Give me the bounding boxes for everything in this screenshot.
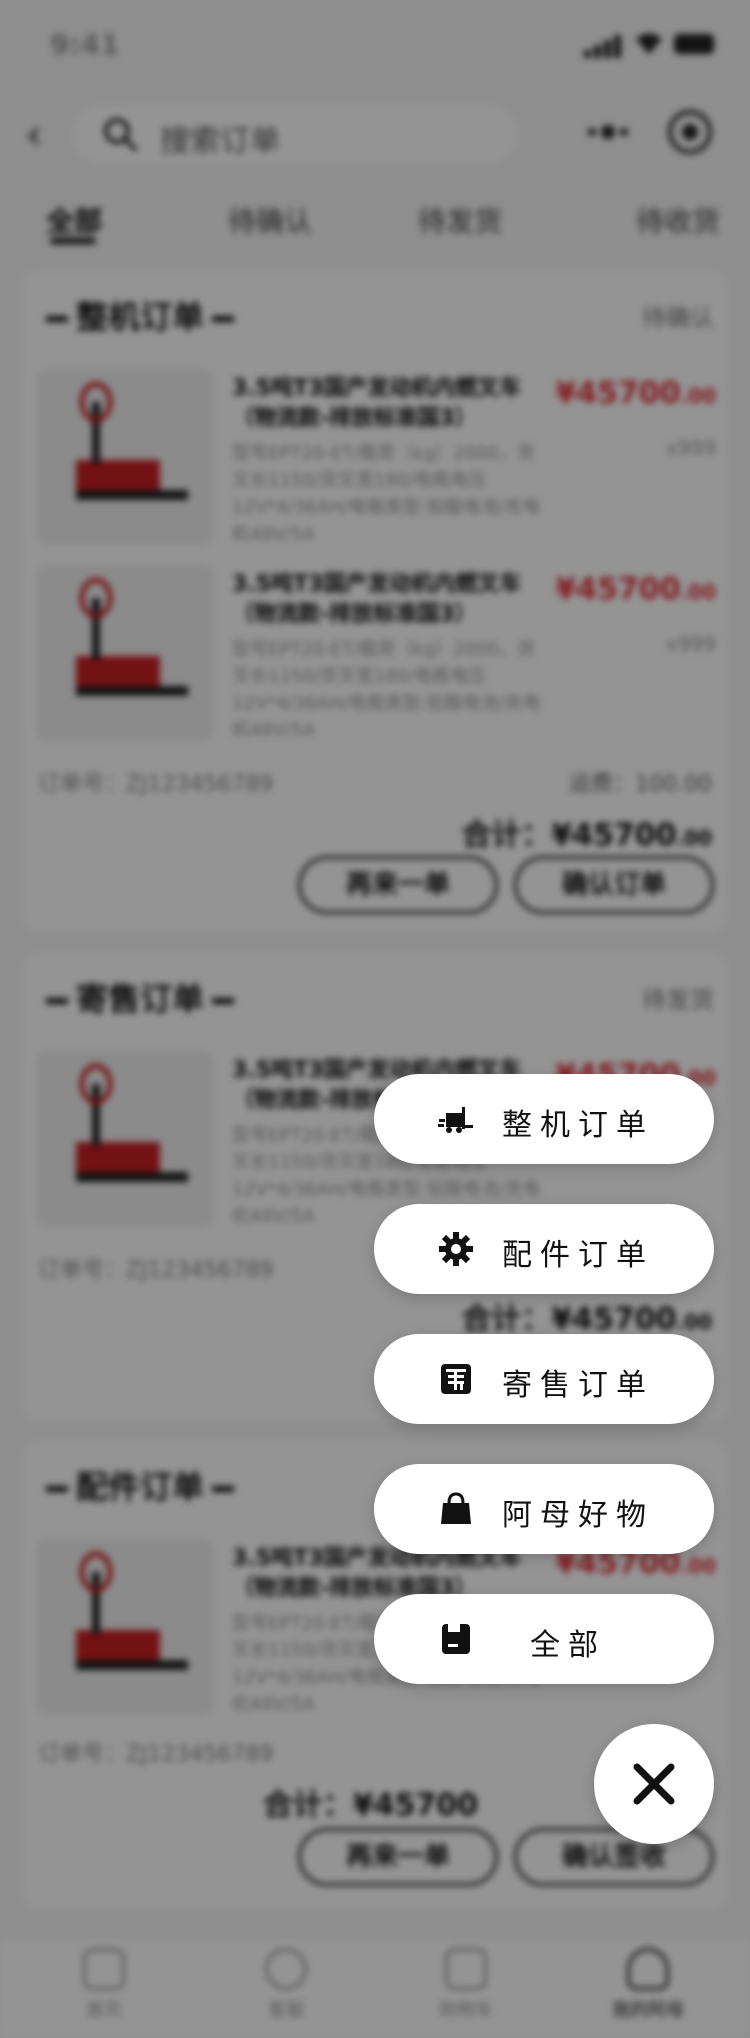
menu-item-label: 寄售订单 bbox=[502, 1368, 654, 1403]
shopping-bag-icon bbox=[441, 1492, 471, 1524]
menu-item-label: 整机订单 bbox=[502, 1108, 654, 1143]
menu-item-parts-orders[interactable]: 配件订单 bbox=[374, 1204, 714, 1294]
menu-item-amu-goods[interactable]: 阿母好物 bbox=[374, 1464, 714, 1554]
menu-item-all[interactable]: 全部 bbox=[374, 1594, 714, 1684]
gear-icon bbox=[439, 1232, 473, 1266]
menu-item-label: 配件订单 bbox=[502, 1238, 654, 1273]
menu-item-machine-orders[interactable]: 整机订单 bbox=[374, 1074, 714, 1164]
menu-item-label: 全部 bbox=[530, 1628, 606, 1663]
close-icon bbox=[633, 1763, 675, 1805]
menu-overlay[interactable]: 整机订单 配件订单 寄售订单 阿母好物 全部 bbox=[0, 0, 750, 2038]
menu-item-label: 阿母好物 bbox=[502, 1498, 654, 1533]
close-button[interactable] bbox=[594, 1724, 714, 1844]
forklift-icon bbox=[438, 1107, 473, 1133]
menu-item-consign-orders[interactable]: 寄售订单 bbox=[374, 1334, 714, 1424]
consign-icon bbox=[441, 1364, 471, 1394]
